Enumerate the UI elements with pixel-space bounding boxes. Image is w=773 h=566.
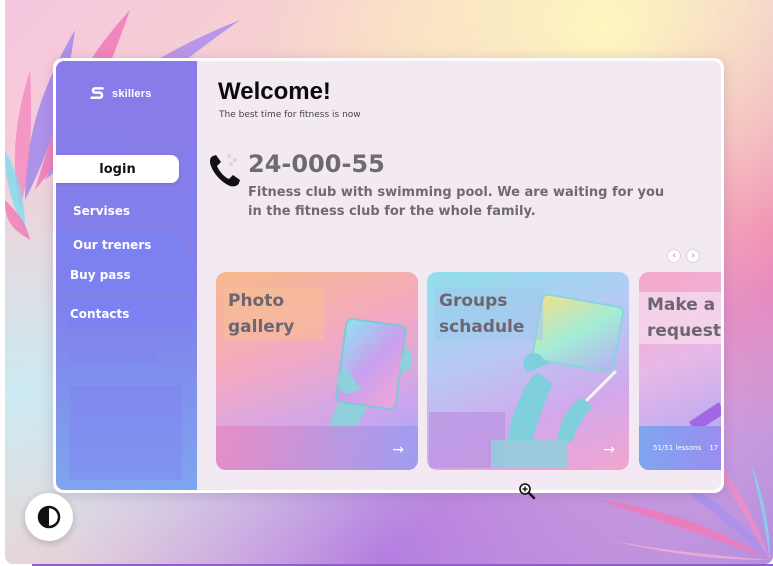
sidebar-item-label: Contacts xyxy=(70,307,130,321)
lessons-counter: 51/51 lessons xyxy=(653,444,702,452)
main-window: skillers login Servises Our treners Buy … xyxy=(53,58,724,493)
sidebar-item-label: Servises xyxy=(73,203,131,218)
card-footer: 51/51 lessons 17 xyxy=(639,426,721,470)
card-footer xyxy=(216,426,418,470)
arrow-right-icon: → xyxy=(603,442,615,458)
zoom-in-cursor-icon xyxy=(519,483,536,500)
main-window-inner: skillers login Servises Our treners Buy … xyxy=(56,61,721,490)
card-placeholder-block xyxy=(491,440,567,468)
lessons-counter-extra: 17 xyxy=(709,444,719,452)
sidebar-item-label: Buy pass xyxy=(70,267,131,282)
card-title: Make a request xyxy=(639,292,721,344)
sidebar-item-buy-pass[interactable]: Buy pass xyxy=(66,258,194,291)
card-title: Groups schadule xyxy=(435,288,543,340)
hand-phone-illustration xyxy=(326,318,413,437)
card-title: Photo gallery xyxy=(224,288,324,340)
phone-number[interactable]: 24-000-55 xyxy=(248,150,385,178)
phone-icon xyxy=(209,154,240,187)
card-make-a-request[interactable]: Make a request 51/51 lessons 17 xyxy=(639,272,721,470)
arrow-right-icon: → xyxy=(392,442,404,458)
sidebar-item-our-treners[interactable]: Our treners xyxy=(56,232,179,258)
sidebar-item-servises[interactable]: Servises xyxy=(56,198,177,223)
theme-toggle-button[interactable] xyxy=(25,493,73,541)
sidebar-placeholder-block xyxy=(69,386,182,480)
card-groups-schadule[interactable]: Groups schadule → xyxy=(427,272,629,470)
card-photo-gallery[interactable]: Photo gallery → xyxy=(216,272,418,470)
login-button[interactable]: login xyxy=(56,155,179,183)
sidebar-placeholder-block xyxy=(69,344,157,362)
sidebar: skillers login Servises Our treners Buy … xyxy=(56,61,197,490)
club-description: Fitness club with swimming pool. We are … xyxy=(248,185,665,219)
carousel-prev-button[interactable]: ‹ xyxy=(667,249,681,263)
skillers-logo-icon xyxy=(90,87,104,100)
sidebar-item-label: Our treners xyxy=(73,238,152,252)
page-title: Welcome! xyxy=(218,78,331,105)
carousel-next-button[interactable]: › xyxy=(686,249,700,263)
brand[interactable]: skillers xyxy=(89,85,152,102)
page-subtitle: The best time for fitness is now xyxy=(219,110,361,120)
main-content: Welcome! The best time for fitness is no… xyxy=(197,61,721,490)
sidebar-item-contacts[interactable]: Contacts xyxy=(66,299,192,329)
contrast-icon xyxy=(37,505,61,529)
brand-name: skillers xyxy=(112,87,152,100)
